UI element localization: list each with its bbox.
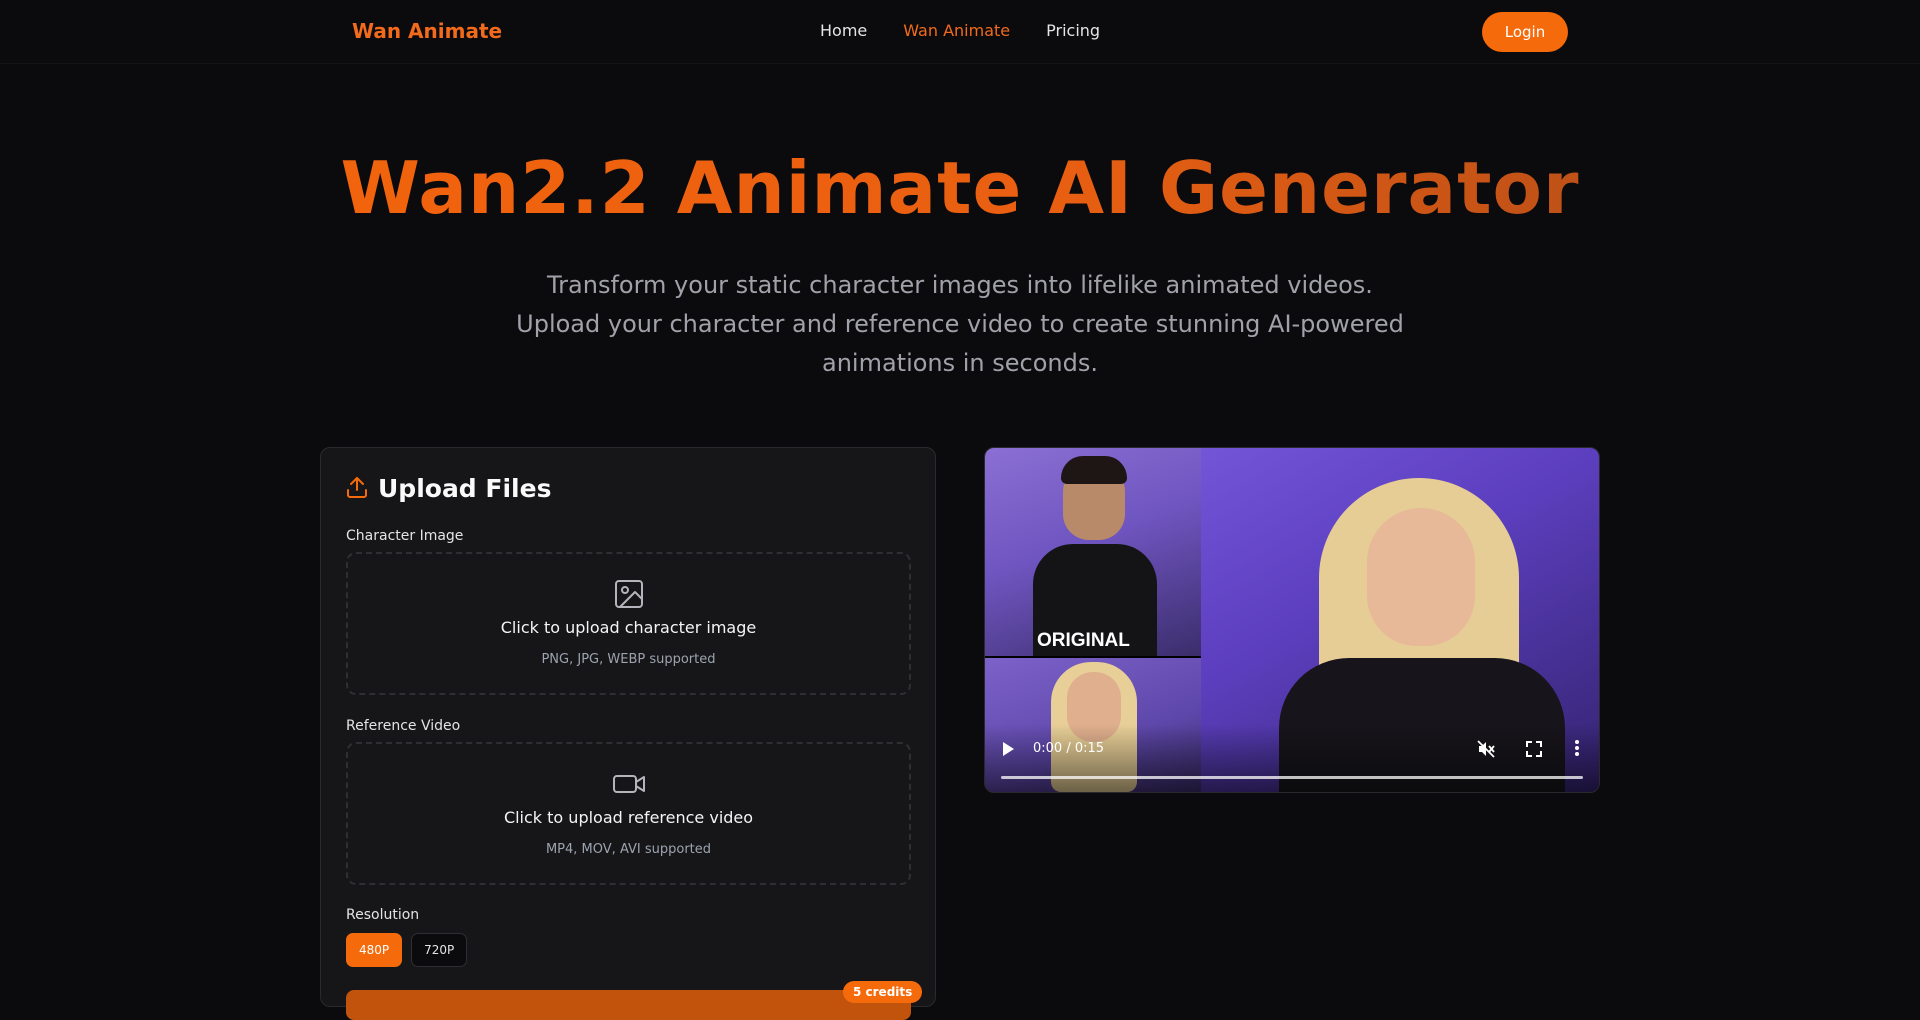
hero-subtitle: Transform your static character images i… [480, 266, 1440, 383]
demo-video-player[interactable]: ORIGINAL 0:00 / 0:15 [984, 447, 1600, 793]
login-button[interactable]: Login [1482, 12, 1568, 52]
reference-video-hint: MP4, MOV, AVI supported [545, 842, 712, 857]
result-face [1367, 508, 1475, 646]
nav-link-pricing[interactable]: Pricing [1046, 21, 1100, 40]
reference-video-prompt: Click to upload reference video [503, 808, 754, 827]
video-camera-icon [612, 769, 646, 803]
more-options-icon[interactable] [1574, 739, 1580, 761]
nav-link-home[interactable]: Home [820, 21, 867, 40]
video-time: 0:00 / 0:15 [1033, 741, 1105, 756]
character-image-label: Character Image [346, 528, 464, 544]
page-title: Wan2.2 Animate AI Generator [0, 146, 1920, 230]
reference-video-label: Reference Video [346, 718, 461, 734]
top-nav: Wan Animate Home Wan Animate Pricing Log… [0, 0, 1920, 64]
upload-icon [346, 475, 368, 503]
generate-button[interactable] [346, 990, 911, 1020]
video-controls: 0:00 / 0:15 [985, 724, 1599, 792]
hero-subtitle-line-2: Upload your character and reference vide… [516, 310, 1404, 377]
upload-panel: Upload Files Character Image Click to up… [320, 447, 936, 1020]
upload-panel-header: Upload Files [346, 474, 551, 503]
resolution-720p-button[interactable]: 720P [411, 933, 468, 967]
nav-links: Home Wan Animate Pricing [820, 21, 1100, 40]
brand-logo[interactable]: Wan Animate [352, 19, 502, 43]
character-image-dropzone[interactable]: Click to upload character image PNG, JPG… [346, 552, 911, 695]
fullscreen-icon[interactable] [1526, 741, 1542, 761]
original-overlay-label: ORIGINAL [1037, 630, 1130, 651]
video-frame-original: ORIGINAL [985, 448, 1201, 656]
credits-badge: 5 credits [843, 981, 923, 1003]
upload-panel-title: Upload Files [378, 474, 552, 503]
resolution-label: Resolution [346, 907, 420, 923]
hero-subtitle-line-1: Transform your static character images i… [547, 271, 1373, 299]
character-image-prompt: Click to upload character image [500, 618, 757, 637]
video-progress-bar[interactable] [1001, 776, 1583, 779]
resolution-480p-button[interactable]: 480P [346, 933, 403, 967]
reference-video-dropzone[interactable]: Click to upload reference video MP4, MOV… [346, 742, 911, 885]
resolution-options: 480P 720P [346, 933, 468, 967]
character-image-hint: PNG, JPG, WEBP supported [541, 652, 716, 667]
image-icon [614, 579, 644, 613]
play-icon[interactable] [1001, 741, 1015, 761]
original-person-hair [1061, 456, 1127, 484]
muted-speaker-icon[interactable] [1477, 740, 1495, 762]
nav-link-wan-animate[interactable]: Wan Animate [903, 21, 1010, 40]
